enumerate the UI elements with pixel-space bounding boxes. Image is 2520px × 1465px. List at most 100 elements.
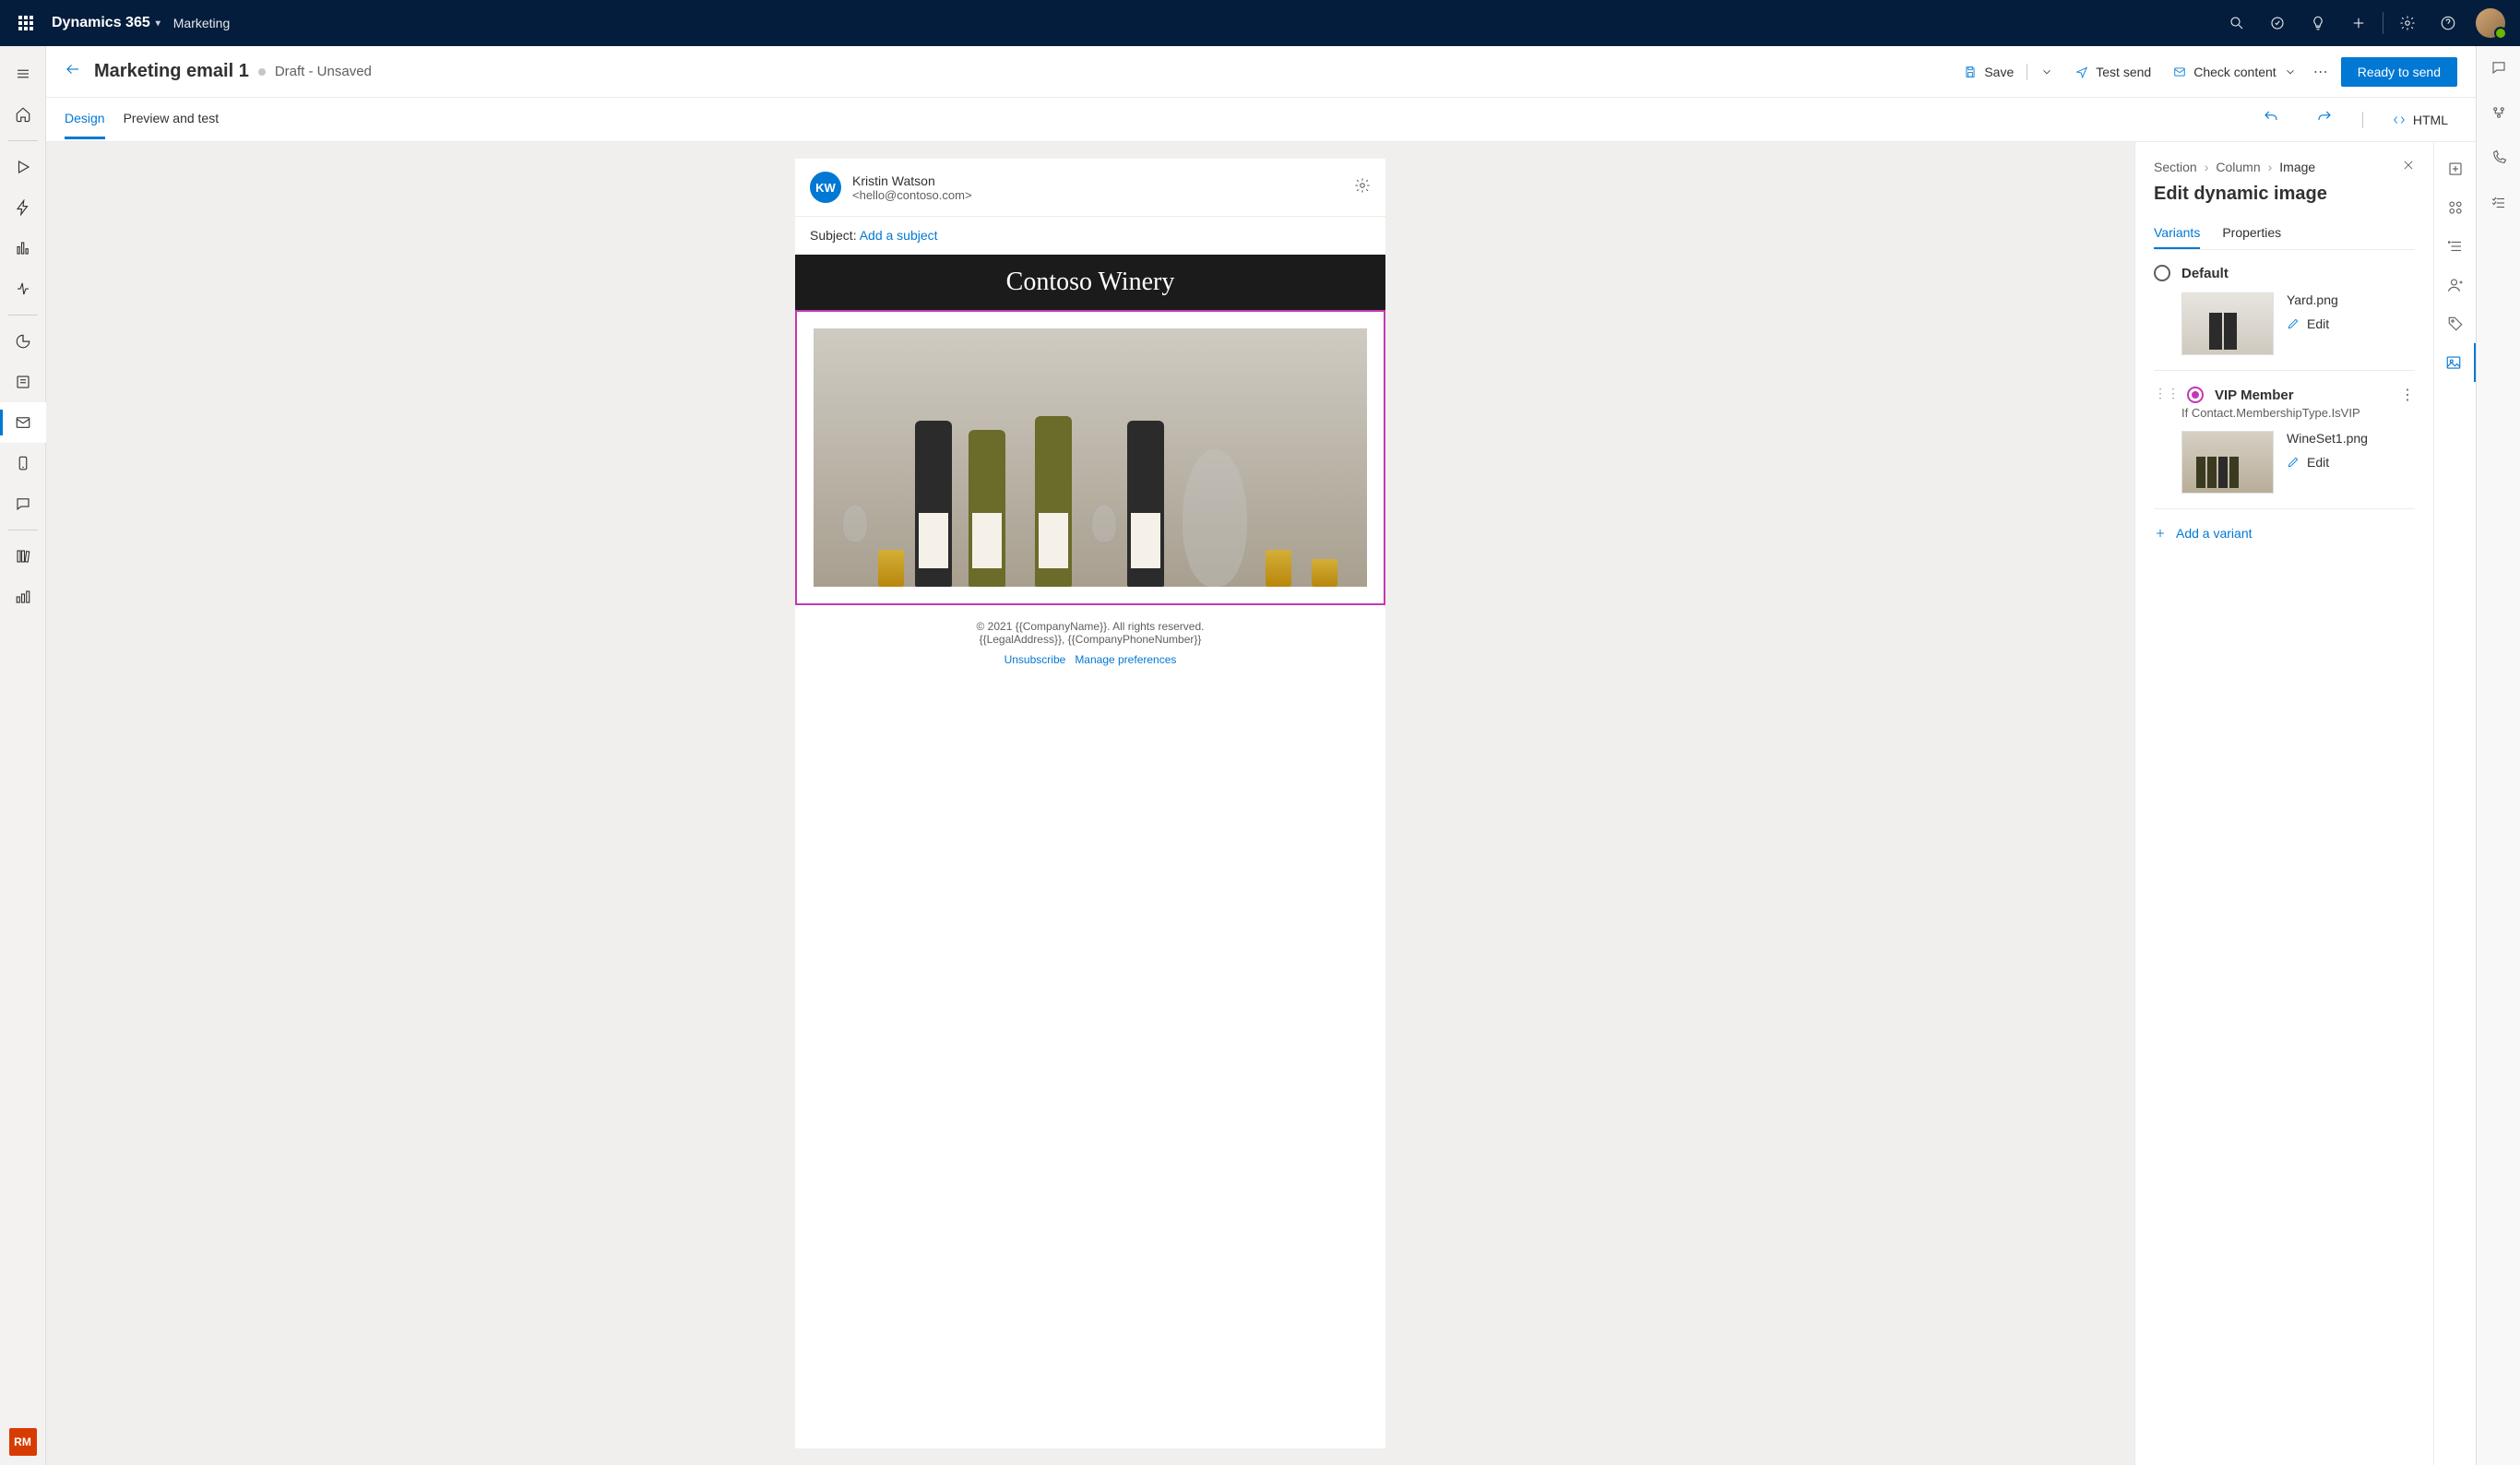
- nav-separator: [8, 315, 38, 316]
- manage-preferences-link[interactable]: Manage preferences: [1075, 653, 1176, 666]
- nav-forms[interactable]: [0, 362, 46, 402]
- gear-icon: [1354, 177, 1371, 194]
- add-variant-button[interactable]: Add a variant: [2154, 509, 2415, 557]
- chevron-down-icon: [2040, 66, 2053, 78]
- person-icon: [2447, 277, 2464, 293]
- plus-icon: [2154, 527, 2167, 540]
- hero-image: [814, 328, 1367, 587]
- gear-icon: [2399, 15, 2416, 31]
- toolbox-rail: [2433, 142, 2476, 1465]
- rail-call[interactable]: [2490, 149, 2507, 171]
- settings-button[interactable]: [2387, 0, 2428, 46]
- html-view-button[interactable]: HTML: [2383, 107, 2457, 133]
- redo-button[interactable]: [2307, 103, 2342, 136]
- rail-conversation[interactable]: [2490, 59, 2507, 80]
- edit-variant-button[interactable]: Edit: [2287, 316, 2338, 331]
- shell: RM Marketing email 1 Draft - Unsaved Sav…: [0, 46, 2520, 1465]
- subject-label: Subject:: [810, 228, 860, 243]
- app-launcher-button[interactable]: [7, 0, 44, 46]
- ready-to-send-button[interactable]: Ready to send: [2341, 57, 2457, 87]
- rail-image[interactable]: [2434, 343, 2477, 382]
- edit-label: Edit: [2307, 316, 2329, 331]
- test-send-button[interactable]: Test send: [2064, 59, 2162, 85]
- crumb-image: Image: [2279, 160, 2315, 174]
- variant-radio-vip[interactable]: [2187, 387, 2204, 403]
- edit-label: Edit: [2307, 455, 2329, 470]
- close-panel-button[interactable]: [2402, 159, 2415, 174]
- save-icon: [1964, 66, 1977, 78]
- tab-variants[interactable]: Variants: [2154, 218, 2200, 249]
- edit-variant-button[interactable]: Edit: [2287, 455, 2368, 470]
- nav-chat[interactable]: [0, 483, 46, 524]
- nav-analytics[interactable]: [0, 228, 46, 268]
- nav-journeys[interactable]: [0, 147, 46, 187]
- more-commands-button[interactable]: ⋯: [2308, 57, 2334, 87]
- rail-tasks[interactable]: [2490, 195, 2507, 216]
- undo-button[interactable]: [2253, 103, 2288, 136]
- add-box-icon: [2447, 161, 2464, 177]
- nav-toggle[interactable]: [0, 54, 46, 94]
- tab-design[interactable]: Design: [65, 100, 105, 139]
- variant-more-button[interactable]: ⋮: [2400, 386, 2415, 404]
- sparkle-icon: [2490, 104, 2507, 121]
- html-label: HTML: [2413, 113, 2448, 127]
- selected-image-block[interactable]: [795, 310, 1385, 605]
- nav-speed[interactable]: [0, 268, 46, 309]
- check-content-button[interactable]: Check content: [2162, 59, 2308, 85]
- variant-filename: WineSet1.png: [2287, 431, 2368, 446]
- nav-triggers[interactable]: [0, 187, 46, 228]
- ideas-button[interactable]: [2298, 0, 2338, 46]
- subject-row[interactable]: Subject: Add a subject: [795, 217, 1385, 255]
- user-avatar[interactable]: [2476, 8, 2505, 38]
- nav-segments[interactable]: [0, 321, 46, 362]
- chevron-down-icon: [2284, 66, 2297, 78]
- search-button[interactable]: [2217, 0, 2257, 46]
- play-icon: [15, 159, 31, 175]
- crumb-column[interactable]: Column: [2216, 160, 2260, 174]
- rail-add-element[interactable]: [2434, 149, 2477, 188]
- rail-tags[interactable]: [2434, 304, 2477, 343]
- save-button[interactable]: Save: [1953, 59, 2025, 85]
- left-nav: RM: [0, 46, 46, 1465]
- add-button[interactable]: [2338, 0, 2379, 46]
- nav-emails[interactable]: [0, 402, 46, 443]
- brand-label: Dynamics 365: [52, 15, 150, 31]
- chevron-down-icon: ▾: [156, 18, 160, 29]
- nav-home[interactable]: [0, 94, 46, 135]
- hamburger-icon: [15, 66, 31, 82]
- email-settings-button[interactable]: [1354, 177, 1371, 198]
- help-button[interactable]: [2428, 0, 2468, 46]
- nav-persona[interactable]: RM: [9, 1428, 37, 1456]
- tab-properties[interactable]: Properties: [2222, 218, 2281, 249]
- nav-mobile[interactable]: [0, 443, 46, 483]
- rail-copilot[interactable]: [2490, 104, 2507, 125]
- back-button[interactable]: [65, 61, 81, 82]
- variant-thumbnail[interactable]: [2181, 431, 2274, 494]
- subject-placeholder[interactable]: Add a subject: [860, 228, 938, 243]
- variant-radio-default[interactable]: [2154, 265, 2170, 281]
- variant-name: Default: [2181, 266, 2229, 281]
- nav-library[interactable]: [0, 536, 46, 577]
- task-button[interactable]: [2257, 0, 2298, 46]
- save-dropdown[interactable]: [2029, 60, 2064, 84]
- check-content-label: Check content: [2193, 65, 2276, 79]
- mail-icon: [15, 414, 31, 431]
- variant-name: VIP Member: [2215, 387, 2294, 403]
- chart-icon: [15, 589, 31, 605]
- design-canvas[interactable]: KW Kristin Watson <hello@contoso.com> Su…: [46, 142, 2134, 1465]
- crumb-section[interactable]: Section: [2154, 160, 2197, 174]
- phone-call-icon: [2490, 149, 2507, 166]
- send-icon: [2075, 66, 2088, 78]
- variant-thumbnail[interactable]: [2181, 292, 2274, 355]
- rail-layout[interactable]: [2434, 188, 2477, 227]
- rail-personalize[interactable]: [2434, 266, 2477, 304]
- main-area: Marketing email 1 Draft - Unsaved Save T…: [46, 46, 2476, 1465]
- unsubscribe-link[interactable]: Unsubscribe: [1004, 653, 1066, 666]
- rail-styles[interactable]: [2434, 227, 2477, 266]
- nav-reports[interactable]: [0, 577, 46, 617]
- drag-handle-icon[interactable]: ⋮⋮: [2154, 386, 2180, 401]
- email-banner[interactable]: Contoso Winery: [795, 255, 1385, 310]
- tab-preview[interactable]: Preview and test: [124, 100, 220, 139]
- product-brand[interactable]: Dynamics 365 ▾: [52, 15, 160, 31]
- checklist-icon: [2490, 195, 2507, 211]
